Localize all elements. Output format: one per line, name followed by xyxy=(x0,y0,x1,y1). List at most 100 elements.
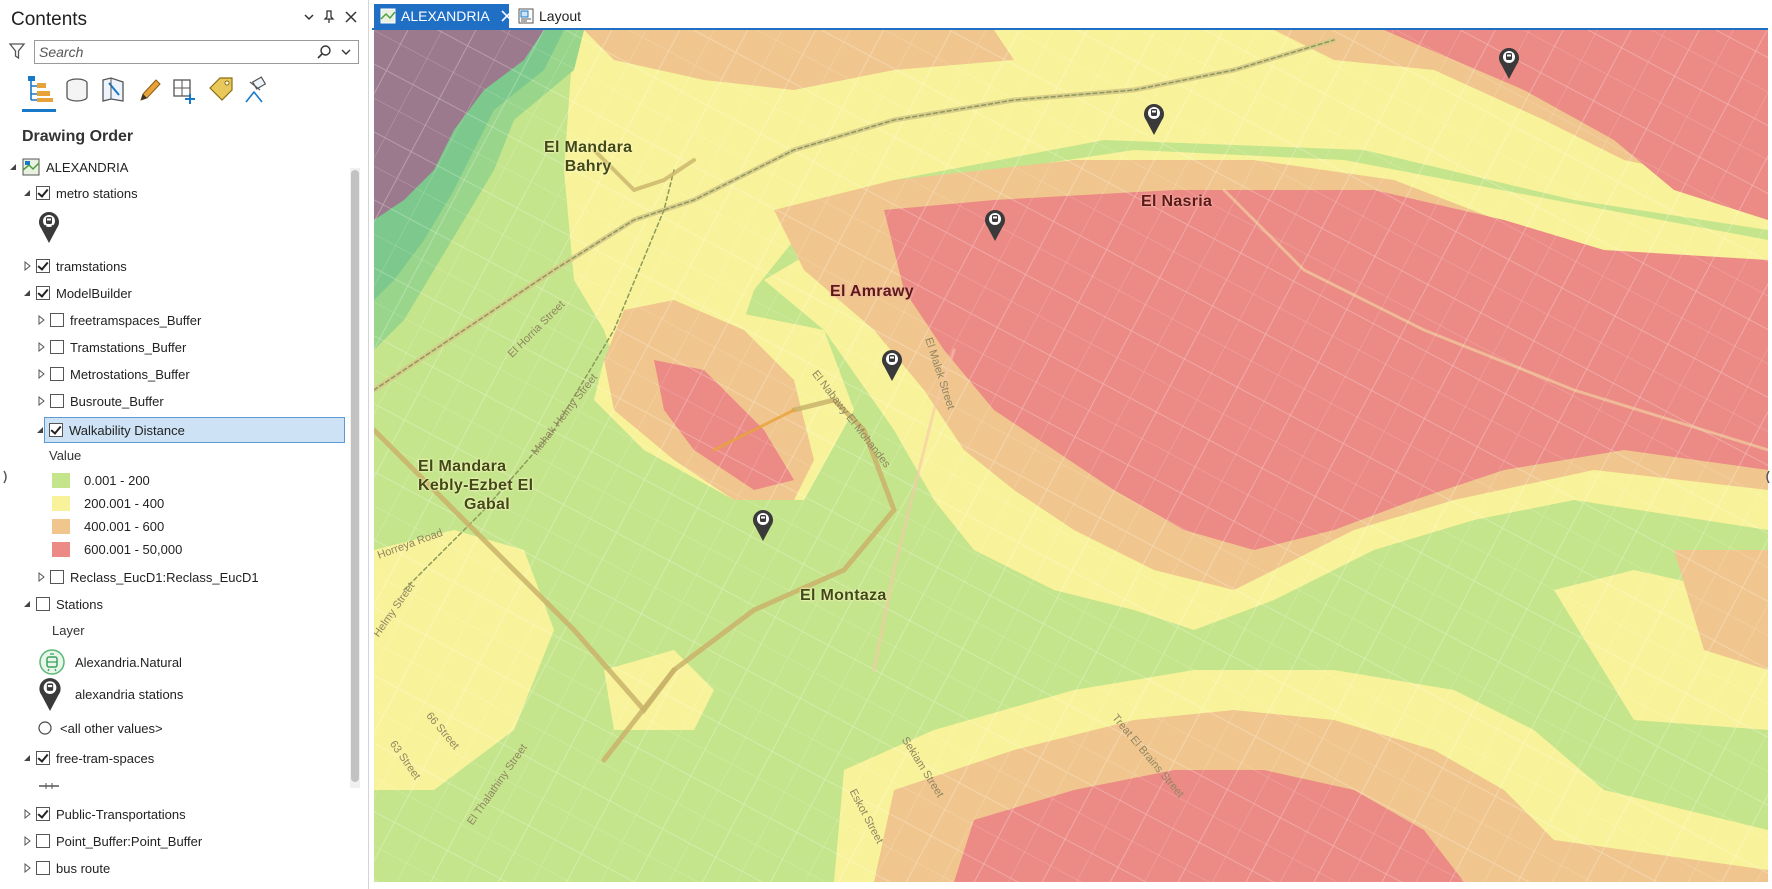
circle-symbol-icon xyxy=(38,721,52,735)
splitter-handle-icon[interactable] xyxy=(3,470,9,484)
layer-visibility-checkbox[interactable] xyxy=(36,259,50,273)
list-by-data-source-icon[interactable] xyxy=(62,74,92,106)
close-pane-icon[interactable] xyxy=(342,10,360,28)
search-icon[interactable] xyxy=(316,44,332,60)
layer-row-bus-route[interactable]: bus route xyxy=(22,856,110,880)
layer-row-walkability-distance[interactable]: Walkability Distance xyxy=(37,417,345,443)
layer-row-busroute-buffer[interactable]: Busroute_Buffer xyxy=(36,389,164,413)
collapse-arrow-icon[interactable] xyxy=(8,162,18,172)
expand-arrow-icon[interactable] xyxy=(22,863,32,873)
contents-scrollbar[interactable] xyxy=(350,168,360,788)
layer-row-metrostations-buffer[interactable]: Metrostations_Buffer xyxy=(36,362,190,386)
layer-visibility-checkbox[interactable] xyxy=(49,423,63,437)
expand-arrow-icon[interactable] xyxy=(22,836,32,846)
list-by-editing-icon[interactable] xyxy=(134,74,164,106)
pin-icon[interactable] xyxy=(320,10,338,28)
splitter-handle-icon[interactable] xyxy=(1764,470,1770,484)
legend-class-row: 0.001 - 200 xyxy=(52,470,150,490)
legend-swatch xyxy=(52,518,70,534)
layer-label: Stations xyxy=(56,596,103,612)
legend-class-label: 200.001 - 400 xyxy=(84,495,165,511)
layer-row-tramstations-buffer[interactable]: Tramstations_Buffer xyxy=(36,335,186,359)
layer-visibility-checkbox[interactable] xyxy=(50,313,64,327)
tab-alexandria-map[interactable]: ALEXANDRIA xyxy=(374,4,513,28)
layer-label: ModelBuilder xyxy=(56,285,132,301)
search-input[interactable] xyxy=(39,42,309,62)
list-by-labeling-icon[interactable] xyxy=(206,74,236,106)
expand-arrow-icon[interactable] xyxy=(36,342,46,352)
layer-visibility-checkbox[interactable] xyxy=(36,807,50,821)
collapse-arrow-icon[interactable] xyxy=(35,425,45,435)
layer-visibility-checkbox[interactable] xyxy=(36,861,50,875)
layer-label: metro stations xyxy=(56,185,138,201)
legend-item-label: Alexandria.Natural xyxy=(75,654,182,670)
collapse-arrow-icon[interactable] xyxy=(22,599,32,609)
expand-arrow-icon[interactable] xyxy=(36,572,46,582)
legend-class-row: 600.001 - 50,000 xyxy=(52,539,182,559)
label-line: El Mandara xyxy=(544,139,633,156)
search-box[interactable] xyxy=(34,40,359,64)
legend-item-alexandria-stations: alexandria stations xyxy=(38,674,183,714)
legend-class-label: 600.001 - 50,000 xyxy=(84,541,183,557)
collapse-arrow-icon[interactable] xyxy=(22,753,32,763)
map-view[interactable]: El Mandara Bahry El Nasria El Amrawy El … xyxy=(374,30,1768,882)
map-name-label: ALEXANDRIA xyxy=(46,159,129,175)
layer-row-metro-stations[interactable]: metro stations xyxy=(22,181,138,205)
legend-swatch xyxy=(52,541,70,557)
layer-label: tramstations xyxy=(56,258,127,274)
pane-options-chevron-icon[interactable] xyxy=(300,10,318,28)
layer-visibility-checkbox[interactable] xyxy=(36,186,50,200)
layer-visibility-checkbox[interactable] xyxy=(36,834,50,848)
layer-row-public-transportations[interactable]: Public-Transportations xyxy=(22,802,186,826)
tab-layout[interactable]: Layout xyxy=(512,4,602,28)
layer-row-stations[interactable]: Stations xyxy=(22,592,103,616)
expand-arrow-icon[interactable] xyxy=(22,809,32,819)
expand-arrow-icon[interactable] xyxy=(36,315,46,325)
tab-label: ALEXANDRIA xyxy=(401,8,490,24)
expand-arrow-icon[interactable] xyxy=(36,369,46,379)
legend-class-row: 200.001 - 400 xyxy=(52,493,164,513)
layer-row-reclass[interactable]: Reclass_EucD1:Reclass_EucD1 xyxy=(36,565,259,589)
layer-label: Public-Transportations xyxy=(56,806,186,822)
layer-visibility-checkbox[interactable] xyxy=(36,751,50,765)
metro-station-marker[interactable] xyxy=(1498,46,1520,80)
map-view-icon xyxy=(380,8,396,24)
layer-label: freetramspaces_Buffer xyxy=(70,312,202,328)
expand-arrow-icon[interactable] xyxy=(22,261,32,271)
list-by-drawing-order-icon[interactable] xyxy=(26,74,56,106)
expand-arrow-icon[interactable] xyxy=(36,396,46,406)
map-node-alexandria[interactable]: ALEXANDRIA xyxy=(8,155,128,179)
layer-label: Point_Buffer:Point_Buffer xyxy=(56,833,203,849)
layer-row-tramstations[interactable]: tramstations xyxy=(22,254,127,278)
search-options-chevron-icon[interactable] xyxy=(339,45,353,59)
layer-row-freetramspaces-buffer[interactable]: freetramspaces_Buffer xyxy=(36,308,201,332)
metro-station-marker[interactable] xyxy=(881,348,903,382)
metro-station-marker[interactable] xyxy=(984,208,1006,242)
list-by-selection-icon[interactable] xyxy=(98,74,128,106)
layer-row-free-tram-spaces[interactable]: free-tram-spaces xyxy=(22,746,154,770)
place-label-el-montaza: El Montaza xyxy=(800,587,887,604)
contents-title: Contents xyxy=(11,9,88,30)
list-by-perspective-imagery-icon[interactable] xyxy=(242,74,272,106)
layer-visibility-checkbox[interactable] xyxy=(50,394,64,408)
layer-visibility-checkbox[interactable] xyxy=(50,570,64,584)
collapse-arrow-icon[interactable] xyxy=(22,188,32,198)
group-row-modelbuilder[interactable]: ModelBuilder xyxy=(22,281,132,305)
list-by-snapping-icon[interactable] xyxy=(170,74,200,106)
legend-swatch xyxy=(52,495,70,511)
metro-station-marker[interactable] xyxy=(1143,102,1165,136)
metro-station-marker[interactable] xyxy=(752,508,774,542)
layout-view-icon xyxy=(518,8,534,24)
layer-row-point-buffer[interactable]: Point_Buffer:Point_Buffer xyxy=(22,829,202,853)
legend-item-all-other-values: <all other values> xyxy=(38,718,163,738)
layer-visibility-checkbox[interactable] xyxy=(36,286,50,300)
label-line: El Mandara xyxy=(418,458,507,475)
layer-visibility-checkbox[interactable] xyxy=(36,597,50,611)
scrollbar-thumb[interactable] xyxy=(351,170,359,782)
filter-icon[interactable] xyxy=(8,41,26,61)
layer-visibility-checkbox[interactable] xyxy=(50,367,64,381)
collapse-arrow-icon[interactable] xyxy=(22,288,32,298)
layer-visibility-checkbox[interactable] xyxy=(50,340,64,354)
line-symbol-icon xyxy=(38,778,60,789)
active-tool-indicator xyxy=(22,109,56,112)
